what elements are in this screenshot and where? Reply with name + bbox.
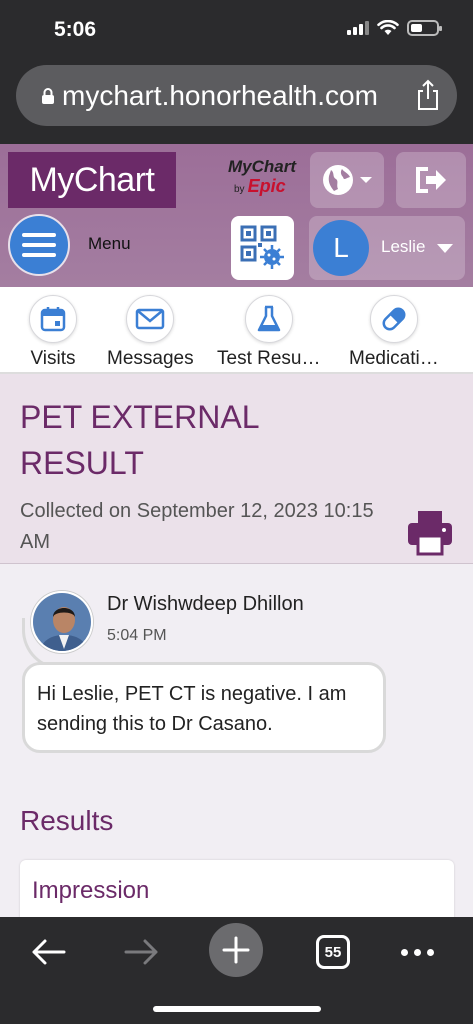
flask-icon: [257, 305, 280, 332]
user-name: Leslie: [381, 237, 426, 256]
qr-code-button[interactable]: [231, 216, 294, 280]
new-tab-button[interactable]: [209, 923, 263, 977]
quick-links-bar: Visits Messages Test Resu… Medicati…: [0, 287, 473, 374]
share-icon[interactable]: [415, 79, 441, 111]
chevron-down-icon: [360, 177, 372, 183]
more-button[interactable]: [397, 931, 437, 973]
mychart-by-epic-logo: MyChart by Epic: [228, 157, 297, 197]
mychart-logo[interactable]: MyChart: [8, 152, 176, 208]
status-time: 5:06: [54, 18, 97, 41]
impression-title: Impression: [32, 877, 150, 904]
print-icon[interactable]: [406, 508, 454, 556]
language-button[interactable]: [310, 152, 384, 208]
quick-link-visits[interactable]: Visits: [29, 295, 77, 370]
menu-button[interactable]: [8, 214, 70, 276]
result-header: PET EXTERNAL RESULT Collected on Septemb…: [0, 374, 473, 564]
browser-top-bar: 5:06 mychart.honorhealth.com: [0, 0, 473, 144]
results-heading: Results: [20, 805, 114, 836]
message-time: 5:04 PM: [107, 627, 167, 644]
arrow-left-icon: [32, 939, 66, 965]
url-text: mychart.honorhealth.com: [62, 79, 378, 111]
back-button[interactable]: [28, 931, 68, 973]
quick-link-messages[interactable]: Messages: [107, 295, 194, 370]
wifi-icon: [377, 20, 399, 35]
quick-link-test-results[interactable]: Test Resu…: [217, 295, 320, 370]
mychart-header: MyChart MyChart by Epic Menu L Leslie: [0, 144, 473, 287]
collected-date: Collected on September 12, 2023 10:15 AM: [20, 500, 374, 553]
qr-virus-icon: [240, 225, 284, 269]
tabs-button[interactable]: 55: [313, 931, 353, 973]
message-bubble: Hi Leslie, PET CT is negative. I am send…: [22, 662, 386, 753]
doctor-avatar: [31, 591, 93, 653]
menu-label[interactable]: Menu: [88, 234, 131, 254]
user-avatar: L: [313, 220, 369, 276]
envelope-icon: [136, 308, 165, 330]
globe-icon: [323, 165, 353, 195]
user-menu-button[interactable]: L Leslie: [309, 216, 465, 280]
logout-button[interactable]: [396, 152, 466, 208]
tab-count: 55: [316, 935, 350, 969]
calendar-icon: [40, 307, 66, 332]
impression-card: Impression: [20, 860, 454, 920]
battery-icon: [407, 20, 442, 36]
status-icons: [347, 20, 442, 36]
forward-button[interactable]: [122, 931, 162, 973]
plus-icon: [222, 936, 250, 964]
quick-link-medications[interactable]: Medicati…: [349, 295, 439, 370]
arrow-right-icon: [124, 939, 158, 965]
more-dots-icon: [400, 948, 434, 956]
message-author: Dr Wishwdeep Dhillon: [107, 593, 304, 615]
chevron-down-icon: [437, 244, 453, 253]
cellular-signal-icon: [347, 21, 369, 35]
logout-icon: [416, 167, 446, 193]
lock-icon: [42, 87, 54, 104]
page-title: PET EXTERNAL RESULT: [20, 399, 259, 481]
address-bar[interactable]: mychart.honorhealth.com: [16, 65, 457, 126]
hamburger-icon: [22, 233, 56, 237]
home-indicator: [153, 1006, 321, 1012]
pill-icon: [382, 307, 406, 331]
